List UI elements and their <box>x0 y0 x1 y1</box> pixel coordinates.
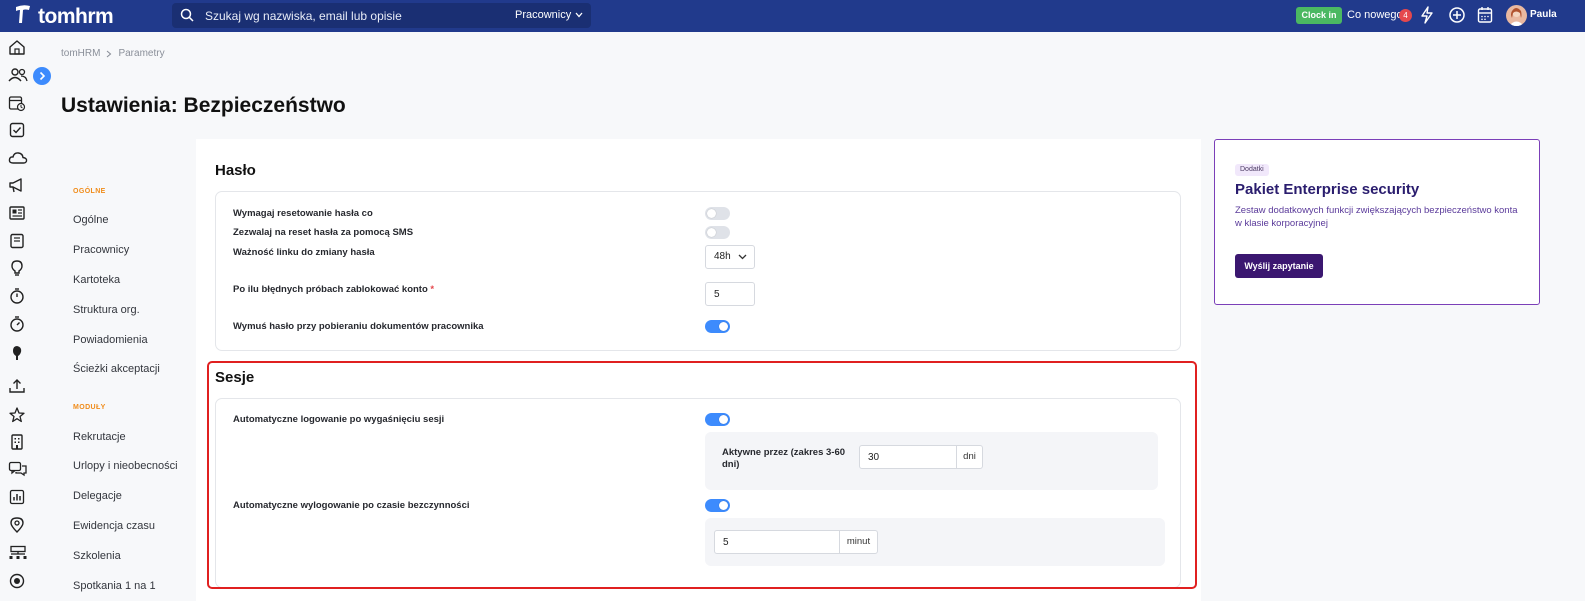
nav-item-leave[interactable]: Urlopy i nieobecności <box>73 460 178 472</box>
auto-login-label: Automatyczne logowanie po wygaśnięciu se… <box>233 414 445 425</box>
chevron-right-icon <box>39 71 46 81</box>
lightbulb-icon[interactable] <box>8 259 26 277</box>
idle-timeout-input[interactable] <box>714 530 840 554</box>
record-icon[interactable] <box>8 572 26 590</box>
require-reset-label: Wymagaj resetowanie hasła co <box>233 208 373 219</box>
checklist-icon[interactable] <box>8 121 26 139</box>
breadcrumb-current: Parametry <box>118 48 165 59</box>
calendar-clock-icon[interactable] <box>8 94 26 112</box>
nav-section-modules: MODUŁY <box>73 404 106 411</box>
active-for-label: Aktywne przez (zakres 3-60 dni) <box>722 447 846 470</box>
add-circle-icon[interactable] <box>1448 6 1466 29</box>
expand-sidebar-button[interactable] <box>33 67 51 85</box>
cloud-icon[interactable] <box>8 149 28 167</box>
stopwatch-icon[interactable] <box>8 287 26 305</box>
active-for-box: Aktywne przez (zakres 3-60 dni) dni <box>705 432 1158 490</box>
user-avatar[interactable] <box>1506 5 1527 26</box>
sms-reset-toggle[interactable] <box>705 226 730 239</box>
home-icon[interactable] <box>8 38 26 56</box>
top-bar: tomhrm Pracownicy Clock in Co nowego 4 P… <box>0 0 1585 32</box>
link-validity-label: Ważność linku do zmiany hasła <box>233 247 375 258</box>
page-title: Ustawienia: Bezpieczeństwo <box>61 94 346 117</box>
required-mark: * <box>430 284 435 295</box>
pin-idea-icon[interactable] <box>8 344 26 362</box>
building-icon[interactable] <box>8 433 26 451</box>
nav-item-delegations[interactable]: Delegacje <box>73 490 122 502</box>
calendar-icon[interactable] <box>1477 6 1493 29</box>
people-icon[interactable] <box>8 66 28 84</box>
auto-logout-label: Automatyczne wylogowanie po czasie bezcz… <box>233 500 470 511</box>
sms-reset-label: Zezwalaj na reset hasła za pomocą SMS <box>233 227 414 238</box>
docs-password-toggle[interactable] <box>705 320 730 333</box>
search-input[interactable] <box>205 3 505 28</box>
sessions-settings-group: Automatyczne logowanie po wygaśnięciu se… <box>215 398 1181 588</box>
timer-icon[interactable] <box>8 315 26 333</box>
megaphone-icon[interactable] <box>8 176 26 194</box>
user-name[interactable]: Paula <box>1530 9 1557 20</box>
chart-icon[interactable] <box>8 488 26 506</box>
require-reset-toggle[interactable] <box>705 207 730 220</box>
book-icon[interactable] <box>8 232 26 250</box>
nav-section-general: OGÓLNE <box>73 188 106 195</box>
logo-text: tomhrm <box>38 4 114 28</box>
nav-item-recruitment[interactable]: Rekrutacje <box>73 431 126 443</box>
search-bar: Pracownicy <box>172 3 591 28</box>
nav-item-records[interactable]: Kartoteka <box>73 274 120 286</box>
app-logo[interactable]: tomhrm <box>14 4 114 29</box>
breadcrumb: tomHRM Parametry <box>61 48 165 59</box>
idle-timeout-unit: minut <box>839 530 878 554</box>
link-validity-select[interactable]: 48h <box>705 245 755 269</box>
search-scope-label: Pracownicy <box>515 9 572 21</box>
search-scope-dropdown[interactable]: Pracownicy <box>515 9 583 21</box>
nav-item-general[interactable]: Ogólne <box>73 214 108 226</box>
password-settings-group: Wymagaj resetowanie hasła co Zezwalaj na… <box>215 191 1181 351</box>
location-pin-icon[interactable] <box>8 516 26 534</box>
newspaper-icon[interactable] <box>8 204 26 222</box>
lock-attempts-label: Po ilu błędnych próbach zablokować konto… <box>233 284 434 295</box>
chevron-down-icon <box>738 254 747 260</box>
addons-badge: Dodatki <box>1235 164 1269 176</box>
active-for-input[interactable] <box>859 445 957 469</box>
link-validity-value: 48h <box>714 251 731 262</box>
auto-logout-toggle[interactable] <box>705 499 730 512</box>
auto-login-toggle[interactable] <box>705 413 730 426</box>
enterprise-security-promo: Dodatki Pakiet Enterprise security Zesta… <box>1214 139 1540 305</box>
whats-new-button[interactable]: Co nowego <box>1347 9 1403 21</box>
lightning-icon[interactable] <box>1420 6 1434 29</box>
search-icon <box>180 8 194 27</box>
whats-new-count-badge: 4 <box>1399 9 1412 22</box>
org-chart-icon[interactable] <box>8 544 27 562</box>
nav-item-trainings[interactable]: Szkolenia <box>73 550 121 562</box>
chevron-right-icon <box>107 50 112 57</box>
idle-timeout-box: minut <box>705 518 1165 566</box>
sessions-heading: Sesje <box>215 369 255 386</box>
lock-attempts-text: Po ilu błędnych próbach zablokować konto <box>233 284 428 295</box>
logo-icon <box>14 4 32 29</box>
chevron-down-icon <box>575 12 583 18</box>
clock-in-button[interactable]: Clock in <box>1296 7 1342 24</box>
icon-rail <box>0 32 34 601</box>
chat-icon[interactable] <box>8 460 27 478</box>
lock-attempts-input[interactable] <box>705 282 755 306</box>
nav-item-approval-paths[interactable]: Ścieżki akceptacji <box>73 363 160 375</box>
settings-panel: Hasło Wymagaj resetowanie hasła co Zezwa… <box>196 139 1201 601</box>
star-icon[interactable] <box>8 406 26 424</box>
send-inquiry-button[interactable]: Wyślij zapytanie <box>1235 254 1323 278</box>
upload-icon[interactable] <box>8 377 26 395</box>
password-heading: Hasło <box>215 162 256 179</box>
breadcrumb-root[interactable]: tomHRM <box>61 48 100 59</box>
active-for-unit: dni <box>956 445 983 469</box>
nav-item-notifications[interactable]: Powiadomienia <box>73 334 148 346</box>
nav-item-employees[interactable]: Pracownicy <box>73 244 129 256</box>
nav-item-org-structure[interactable]: Struktura org. <box>73 304 140 316</box>
docs-password-label: Wymuś hasło przy pobieraniu dokumentów p… <box>233 321 484 332</box>
nav-item-one-on-one[interactable]: Spotkania 1 na 1 <box>73 580 156 592</box>
promo-title: Pakiet Enterprise security <box>1235 181 1420 198</box>
promo-description: Zestaw dodatkowych funkcji zwiększającyc… <box>1235 205 1518 229</box>
nav-item-time-tracking[interactable]: Ewidencja czasu <box>73 520 155 532</box>
